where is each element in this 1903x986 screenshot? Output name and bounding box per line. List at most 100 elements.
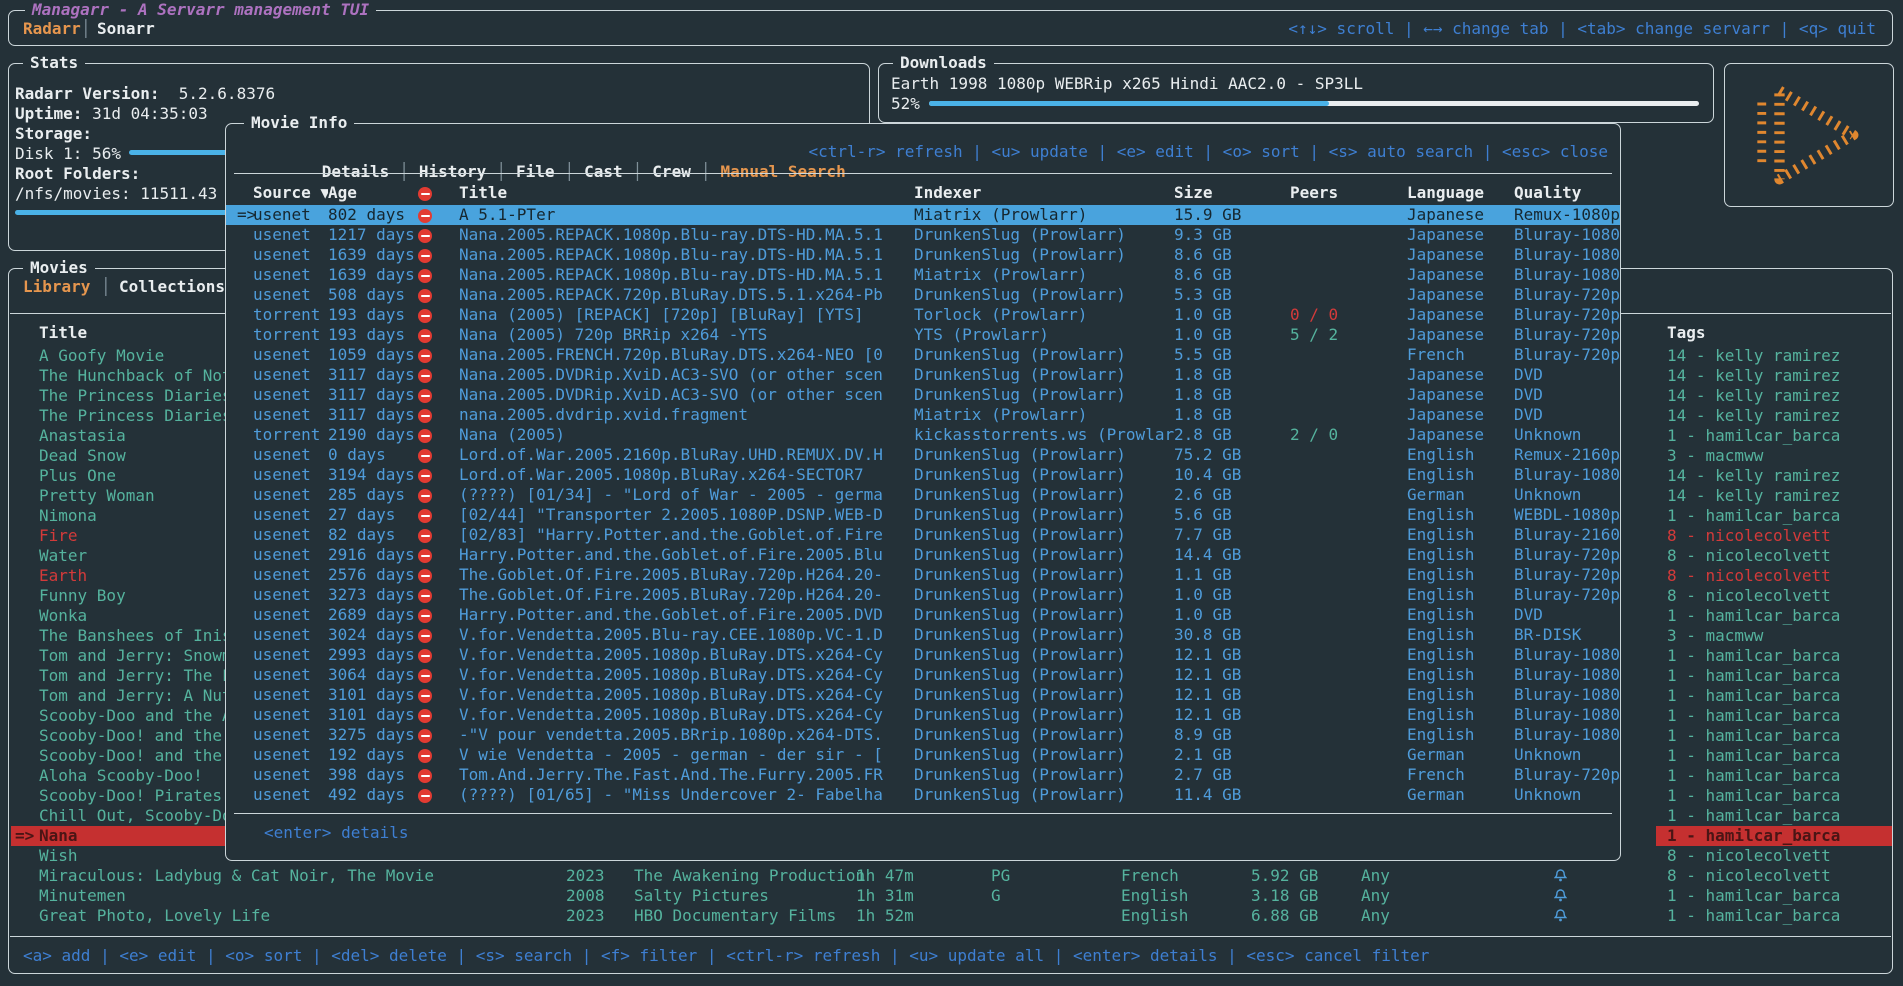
cell: 0 days xyxy=(328,445,418,465)
results-footer-keybinding: <enter> details xyxy=(264,823,409,843)
movie-row[interactable]: Earth xyxy=(11,566,226,586)
movie-row[interactable]: Tom and Jerry: A Nutc xyxy=(11,686,226,706)
tab-radarr[interactable]: Radarr xyxy=(23,19,81,39)
search-result-row[interactable]: usenet398 daysTom.And.Jerry.The.Fast.And… xyxy=(226,765,1620,785)
cell: 12.1 GB xyxy=(1174,645,1290,665)
search-result-row[interactable]: usenet3194 daysLord.of.War.2005.1080p.Bl… xyxy=(226,465,1620,485)
movie-row[interactable]: Fire xyxy=(11,526,226,546)
search-result-row[interactable]: usenet3064 daysV.for.Vendetta.2005.1080p… xyxy=(226,665,1620,685)
search-result-row[interactable]: usenet3117 daysNana.2005.DVDRip.XviD.AC3… xyxy=(226,365,1620,385)
tag-cell: 8 - nicolecolvett xyxy=(1656,586,1892,606)
cell xyxy=(226,625,253,645)
search-result-row[interactable]: usenet2916 daysHarry.Potter.and.the.Gobl… xyxy=(226,545,1620,565)
tags-header: Tags xyxy=(1667,323,1706,343)
cell: DVD xyxy=(1514,365,1620,385)
search-result-row[interactable]: torrent193 daysNana (2005) 720p BRRip x2… xyxy=(226,325,1620,345)
tab-manual-search[interactable]: Manual Search xyxy=(720,162,845,181)
movie-row[interactable]: Plus One xyxy=(11,466,226,486)
movie-row[interactable]: Scooby-Doo! and the L xyxy=(11,726,226,746)
tab-crew[interactable]: Crew xyxy=(652,162,691,181)
search-result-row[interactable]: usenet508 daysNana.2005.REPACK.720p.BluR… xyxy=(226,285,1620,305)
search-result-row[interactable]: usenet3273 daysThe.Goblet.Of.Fire.2005.B… xyxy=(226,585,1620,605)
tab-collections[interactable]: Collections xyxy=(119,277,225,297)
cell: 1.8 GB xyxy=(1174,365,1290,385)
movie-row[interactable]: Water xyxy=(11,546,226,566)
movie-size: 3.18 GB xyxy=(1251,886,1318,906)
movie-row[interactable]: =>Nana xyxy=(11,826,226,846)
search-result-row[interactable]: usenet1217 daysNana.2005.REPACK.1080p.Bl… xyxy=(226,225,1620,245)
search-result-row[interactable]: usenet3024 daysV.for.Vendetta.2005.Blu-r… xyxy=(226,625,1620,645)
movie-row[interactable]: Scooby-Doo! Pirates A xyxy=(11,786,226,806)
movie-row[interactable]: The Hunchback of Notr xyxy=(11,366,226,386)
search-result-row[interactable]: usenet1059 daysNana.2005.FRENCH.720p.Blu… xyxy=(226,345,1620,365)
movie-row[interactable]: Wish xyxy=(11,846,226,866)
library-row-details[interactable]: 2008Salty Pictures1h 31mGEnglish3.18 GBA… xyxy=(9,886,1892,906)
cell: 8.6 GB xyxy=(1174,265,1290,285)
search-result-row[interactable]: usenet0 daysLord.of.War.2005.2160p.BluRa… xyxy=(226,445,1620,465)
search-result-row[interactable]: usenet2689 daysHarry.Potter.and.the.Gobl… xyxy=(226,605,1620,625)
cell: 802 days xyxy=(328,205,418,225)
root-folder-usage-bar xyxy=(15,210,233,215)
tag-cell: 14 - kelly ramirez xyxy=(1656,366,1892,386)
cell: 2 / 0 xyxy=(1290,425,1407,445)
tab-history[interactable]: History xyxy=(419,162,486,181)
movie-row[interactable]: Aloha Scooby-Doo! xyxy=(11,766,226,786)
search-result-row[interactable]: usenet3101 daysV.for.Vendetta.2005.1080p… xyxy=(226,705,1620,725)
search-result-row[interactable]: usenet3275 days-"V pour vendetta.2005.BR… xyxy=(226,725,1620,745)
movie-row[interactable]: Dead Snow xyxy=(11,446,226,466)
search-result-row[interactable]: usenet3117 daysnana.2005.dvdrip.xvid.fra… xyxy=(226,405,1620,425)
movie-row[interactable]: A Goofy Movie xyxy=(11,346,226,366)
movie-row[interactable]: The Banshees of Inish xyxy=(11,626,226,646)
search-result-row[interactable]: usenet2993 daysV.for.Vendetta.2005.1080p… xyxy=(226,645,1620,665)
column-header[interactable]: Source ▼ xyxy=(253,183,328,203)
search-result-row[interactable]: =>usenet802 daysA 5.1-PTerMiatrix (Prowl… xyxy=(226,205,1620,225)
library-row-details[interactable]: 2023HBO Documentary Films1h 52mEnglish6.… xyxy=(9,906,1892,926)
tab-details[interactable]: Details xyxy=(322,162,389,181)
search-result-row[interactable]: usenet492 days(????) [01/65] - "Miss Und… xyxy=(226,785,1620,805)
movie-row[interactable]: Tom and Jerry: The Fa xyxy=(11,666,226,686)
movie-row[interactable]: Anastasia xyxy=(11,426,226,446)
cell xyxy=(226,705,253,725)
movie-row[interactable]: Chill Out, Scooby-Doo xyxy=(11,806,226,826)
search-result-row[interactable]: usenet27 days[02/44] "Transporter 2.2005… xyxy=(226,505,1620,525)
movie-row[interactable]: Wonka xyxy=(11,606,226,626)
movie-row[interactable]: Funny Boy xyxy=(11,586,226,606)
search-result-row[interactable]: usenet2576 daysThe.Goblet.Of.Fire.2005.B… xyxy=(226,565,1620,585)
cell: English xyxy=(1407,465,1514,485)
movie-row[interactable]: Pretty Woman xyxy=(11,486,226,506)
movie-row[interactable]: The Princess Diaries xyxy=(11,386,226,406)
monitored-bell-icon xyxy=(1554,906,1567,926)
search-result-row[interactable]: usenet1639 daysNana.2005.REPACK.1080p.Bl… xyxy=(226,265,1620,285)
movie-row[interactable]: Scooby-Doo and the Al xyxy=(11,706,226,726)
cell: 3194 days xyxy=(328,465,418,485)
tab-cast[interactable]: Cast xyxy=(584,162,623,181)
tab-library[interactable]: Library xyxy=(23,277,90,297)
cell: 398 days xyxy=(328,765,418,785)
movie-row[interactable]: The Princess Diaries xyxy=(11,406,226,426)
search-result-row[interactable]: usenet3101 daysV.for.Vendetta.2005.1080p… xyxy=(226,685,1620,705)
library-row-details[interactable]: 2023The Awakening Production1h 47mPGFren… xyxy=(9,866,1892,886)
search-result-row[interactable]: usenet285 days(????) [01/34] - "Lord of … xyxy=(226,485,1620,505)
selection-arrow: => xyxy=(15,826,34,846)
rejected-icon xyxy=(418,469,432,483)
search-result-row[interactable]: usenet1639 daysNana.2005.REPACK.1080p.Bl… xyxy=(226,245,1620,265)
search-result-row[interactable]: torrent2190 daysNana (2005)kickasstorren… xyxy=(226,425,1620,445)
cell: Japanese xyxy=(1407,385,1514,405)
movie-row[interactable]: Scooby-Doo! and the M xyxy=(11,746,226,766)
movie-row[interactable]: Tom and Jerry: Snowma xyxy=(11,646,226,666)
cell xyxy=(226,525,253,545)
cell: DrunkenSlug (Prowlarr) xyxy=(914,625,1174,645)
tab-file[interactable]: File xyxy=(516,162,555,181)
cell: DrunkenSlug (Prowlarr) xyxy=(914,345,1174,365)
cell: DrunkenSlug (Prowlarr) xyxy=(914,725,1174,745)
movie-row[interactable]: Nimona xyxy=(11,506,226,526)
cell xyxy=(226,365,253,385)
cell: Bluray-1080p xyxy=(1514,725,1620,745)
cell: Bluray-1080p xyxy=(1514,665,1620,685)
rejected-icon xyxy=(418,249,432,263)
search-result-row[interactable]: usenet82 days[02/83] "Harry.Potter.and.t… xyxy=(226,525,1620,545)
search-result-row[interactable]: torrent193 daysNana (2005) [REPACK] [720… xyxy=(226,305,1620,325)
search-result-row[interactable]: usenet3117 daysNana.2005.DVDRip.XviD.AC3… xyxy=(226,385,1620,405)
search-result-row[interactable]: usenet192 daysV wie Vendetta - 2005 - ge… xyxy=(226,745,1620,765)
tab-sonarr[interactable]: Sonarr xyxy=(97,19,155,39)
